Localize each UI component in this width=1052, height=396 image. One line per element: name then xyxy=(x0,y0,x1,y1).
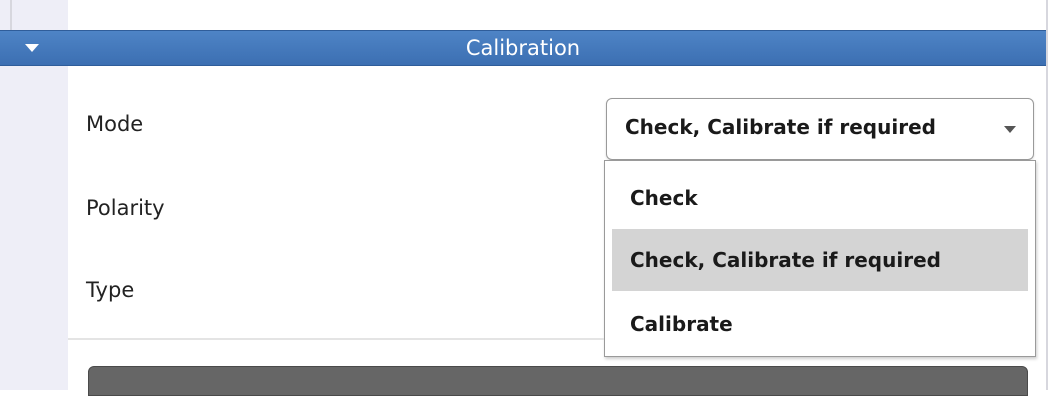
chevron-down-icon[interactable] xyxy=(1004,126,1016,133)
mode-option-calibrate[interactable]: Calibrate xyxy=(612,293,1028,355)
section-title: Calibration xyxy=(465,36,581,60)
calibration-section-header[interactable]: Calibration xyxy=(0,30,1046,66)
mode-combobox[interactable]: Check, Calibrate if required xyxy=(606,98,1034,160)
polarity-label: Polarity xyxy=(86,196,165,220)
top-area xyxy=(0,0,1052,30)
collapse-triangle-icon[interactable] xyxy=(25,44,39,52)
mode-dropdown-list: Check Check, Calibrate if required Calib… xyxy=(604,160,1036,357)
next-section-header[interactable] xyxy=(88,366,1028,396)
divider xyxy=(1046,0,1048,390)
section-separator xyxy=(68,338,604,340)
divider xyxy=(10,0,12,30)
mode-option-check-calibrate-if-required[interactable]: Check, Calibrate if required xyxy=(612,229,1028,291)
mode-selected-value: Check, Calibrate if required xyxy=(625,115,936,139)
window: Calibration Mode Polarity Type Check, Ca… xyxy=(0,0,1052,396)
mode-label: Mode xyxy=(86,112,144,136)
mode-option-check[interactable]: Check xyxy=(612,167,1028,229)
type-label: Type xyxy=(86,278,135,302)
